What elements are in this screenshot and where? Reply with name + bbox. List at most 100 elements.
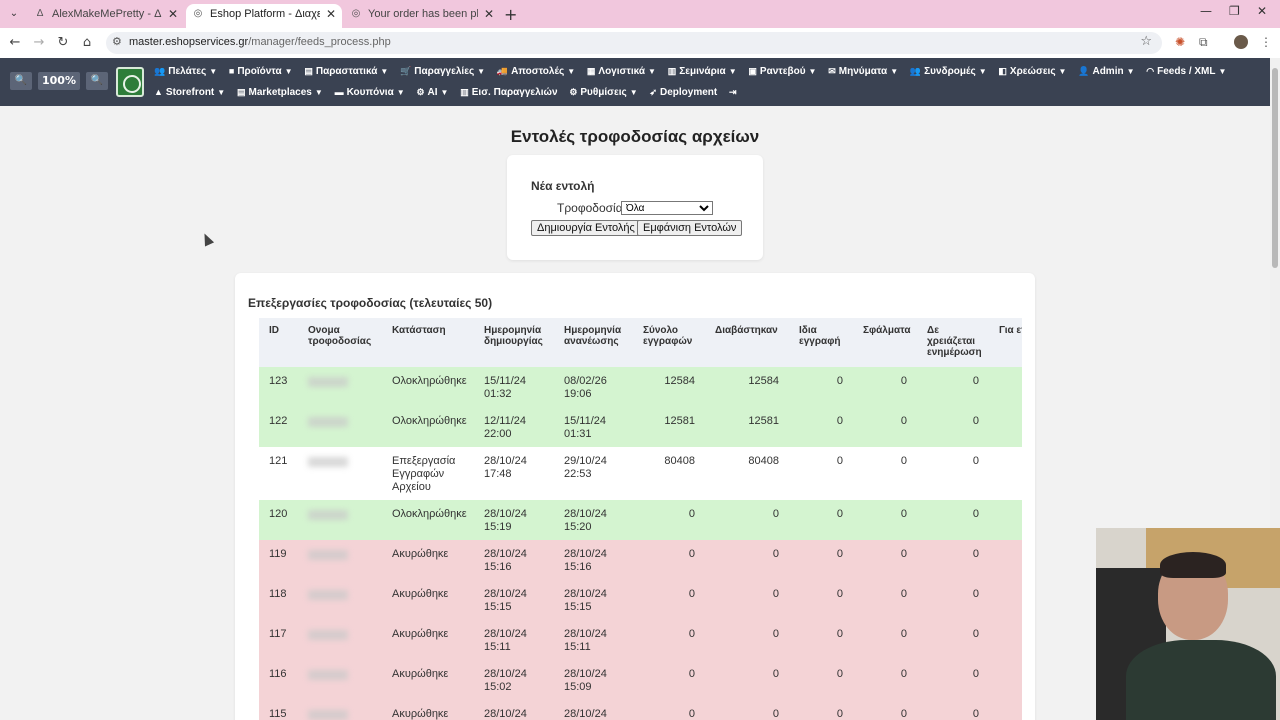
feed-label: Τροφοδοσία: [557, 201, 626, 215]
cell-total: 0 [633, 700, 705, 720]
new-tab-icon[interactable]: + [504, 5, 517, 24]
kebab-menu-icon[interactable]: ⋮ [1260, 35, 1272, 49]
site-info-icon[interactable]: ⚙ [112, 35, 122, 48]
table-row[interactable]: 120 Ολοκληρώθηκε 28/10/24 15:19 28/10/24 15… [259, 500, 1022, 540]
table-row[interactable]: 117 Ακυρώθηκε 28/10/24 15:11 28/10/24 15:11… [259, 620, 1022, 660]
cell-extra [989, 367, 1022, 407]
back-icon[interactable]: ← [6, 34, 24, 52]
redacted-feed-name [308, 670, 348, 680]
zoom-level[interactable]: 100% [38, 72, 80, 90]
cell-noupdate: 0 [917, 660, 989, 700]
feed-processes-table-wrapper[interactable]: ID Ονομα τροφοδοσίας Κατάσταση Ημερομηνί… [259, 318, 1022, 720]
menu-documents[interactable]: ▤ Παραστατικά ▼ [304, 66, 388, 77]
url-input[interactable]: ⚙ master.eshopservices.gr/manager/feeds_… [106, 32, 1162, 54]
cell-read: 12584 [705, 367, 789, 407]
menu-coupons[interactable]: ▬ Κουπόνια ▼ [335, 87, 405, 98]
close-icon[interactable]: ✕ [484, 4, 494, 24]
table-row[interactable]: 115 Ακυρώθηκε 28/10/24 28/10/24 0 0 0 0 0 [259, 700, 1022, 720]
menu-billing[interactable]: ◧ Χρεώσεις ▼ [998, 66, 1066, 77]
maximize-icon[interactable]: ❐ [1229, 4, 1240, 18]
menu-settings[interactable]: ⚙ Ρυθμίσεις ▼ [569, 87, 637, 98]
menu-orders[interactable]: 🛒 Παραγγελίες ▼ [400, 66, 485, 77]
menu-messages[interactable]: ✉ Μηνύματα ▼ [828, 66, 898, 77]
tab-alexmakemepretty[interactable]: ∆ AlexMakeMePretty - Διαχείριση ✕ [28, 4, 184, 28]
cell-total: 12581 [633, 407, 705, 447]
menu-products[interactable]: ■ Προϊόντα ▼ [229, 66, 293, 77]
address-bar: ← → ↻ ⌂ ⚙ master.eshopservices.gr/manage… [0, 28, 1280, 58]
chevron-down-icon: ▼ [1126, 67, 1135, 76]
table-row[interactable]: 123 Ολοκληρώθηκε 15/11/24 01:32 08/02/26 19… [259, 367, 1022, 407]
column-header[interactable]: Διαβάστηκαν [705, 318, 789, 367]
eshop-logo[interactable] [116, 67, 144, 97]
logout-button[interactable]: ⇥ [729, 87, 740, 98]
cell-status: Ακυρώθηκε [382, 580, 474, 620]
menu-admin[interactable]: 👤 Admin ▼ [1078, 66, 1134, 77]
menu-marketplaces[interactable]: ▤ Marketplaces ▼ [237, 87, 323, 98]
bookmark-star-icon[interactable]: ☆ [1140, 34, 1152, 49]
menu-shipments[interactable]: 🚚 Αποστολές ▼ [497, 66, 575, 77]
zoom-out-icon[interactable]: 🔍 [10, 72, 32, 90]
minimize-icon[interactable]: — [1200, 4, 1212, 18]
cell-read: 80408 [705, 447, 789, 500]
cell-errors: 0 [853, 700, 917, 720]
reload-icon[interactable]: ↻ [54, 34, 72, 52]
menu-storefront[interactable]: ▲ Storefront ▼ [154, 87, 225, 98]
menu-customers[interactable]: 👥 Πελάτες ▼ [154, 66, 217, 77]
cart-icon: 🛒 [400, 66, 412, 76]
column-header[interactable]: Σφάλματα [853, 318, 917, 367]
column-header[interactable]: ID [259, 318, 298, 367]
menu-subscriptions[interactable]: 👥 Συνδρομές ▼ [910, 66, 987, 77]
menu-deployment[interactable]: ➶ Deployment [649, 87, 717, 98]
forward-icon[interactable]: → [30, 34, 48, 52]
scrollbar-thumb[interactable] [1272, 68, 1278, 268]
tab-order-placed[interactable]: ◎ Your order has been placed! ✕ [344, 4, 500, 28]
table-row[interactable]: 118 Ακυρώθηκε 28/10/24 15:15 28/10/24 15:15… [259, 580, 1022, 620]
cell-extra [989, 407, 1022, 447]
close-icon[interactable]: ✕ [168, 4, 178, 24]
home-icon[interactable]: ⌂ [78, 34, 96, 52]
menu-appointments[interactable]: ▣ Ραντεβού ▼ [748, 66, 816, 77]
table-row[interactable]: 116 Ακυρώθηκε 28/10/24 15:02 28/10/24 15:09… [259, 660, 1022, 700]
mail-icon: ✉ [828, 66, 836, 76]
table-row[interactable]: 119 Ακυρώθηκε 28/10/24 15:16 28/10/24 15:16… [259, 540, 1022, 580]
column-header[interactable]: Κατάσταση [382, 318, 474, 367]
column-header[interactable]: Ονομα τροφοδοσίας [298, 318, 382, 367]
show-commands-button[interactable]: Εμφάνιση Εντολών [637, 220, 743, 236]
zoom-in-icon[interactable]: 🔍 [86, 72, 108, 90]
avatar[interactable] [1234, 35, 1248, 49]
cell-updated: 08/02/26 19:06 [554, 367, 633, 407]
cell-id: 120 [259, 500, 298, 540]
users-icon: 👥 [154, 66, 166, 76]
tab-search-icon[interactable]: ⌄ [6, 6, 22, 22]
menu-seminars[interactable]: ▥ Σεμινάρια ▼ [668, 66, 737, 77]
menu-order-import[interactable]: ▥ Εισ. Παραγγελιών [460, 87, 557, 98]
cell-same: 0 [789, 540, 853, 580]
table-row[interactable]: 121 Επεξεργασία Εγγραφών Αρχείου 28/10/24 … [259, 447, 1022, 500]
feed-select[interactable]: Όλα [621, 201, 713, 215]
cell-errors: 0 [853, 540, 917, 580]
column-header[interactable]: Για επι [989, 318, 1022, 367]
close-icon[interactable]: ✕ [326, 4, 336, 24]
column-header[interactable]: Ημερομηνία ανανέωσης [554, 318, 633, 367]
menu-ai[interactable]: ⚙ AI ▼ [416, 87, 448, 98]
menu-feeds-xml[interactable]: ◠ Feeds / XML ▼ [1146, 66, 1226, 77]
cell-id: 123 [259, 367, 298, 407]
truck-icon: 🚚 [496, 66, 509, 76]
create-command-button[interactable]: Δημιουργία Εντολής [531, 220, 641, 236]
extension-icon[interactable]: ✺ [1175, 35, 1185, 49]
column-header[interactable]: Ιδια εγγραφή [789, 318, 853, 367]
tab-eshop-platform[interactable]: ◎ Eshop Platform - Διαχείριση Κα ✕ [186, 4, 342, 28]
chevron-down-icon: ▼ [440, 88, 449, 97]
cell-updated: 28/10/24 [554, 700, 633, 720]
window-close-icon[interactable]: ✕ [1257, 4, 1267, 18]
table-row[interactable]: 122 Ολοκληρώθηκε 12/11/24 22:00 15/11/24 01… [259, 407, 1022, 447]
column-header[interactable]: Δε χρειάζεται ενημέρωση [917, 318, 989, 367]
menu-accounting[interactable]: ▦ Λογιστικά ▼ [587, 66, 656, 77]
column-header[interactable]: Ημερομηνία δημιουργίας [474, 318, 554, 367]
cell-created: 12/11/24 22:00 [474, 407, 554, 447]
puzzle-icon[interactable]: ⧉ [1199, 35, 1208, 50]
cell-errors: 0 [853, 580, 917, 620]
rocket-icon: ➶ [649, 87, 657, 97]
rss-icon: ◠ [1146, 66, 1155, 76]
column-header[interactable]: Σύνολο εγγραφών [633, 318, 705, 367]
